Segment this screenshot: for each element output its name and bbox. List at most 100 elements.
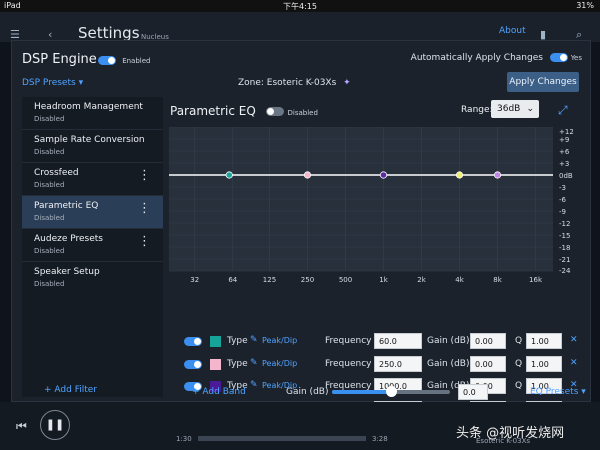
- chevron-down-icon: ⌄: [526, 104, 534, 114]
- plus-icon: +: [44, 385, 52, 395]
- band-enabled-toggle[interactable]: [184, 359, 202, 369]
- eq-band-point[interactable]: [303, 171, 312, 179]
- x-tick-label: 64: [228, 276, 237, 284]
- pencil-icon[interactable]: ✎: [250, 358, 258, 368]
- sidebar-item-label: Audeze Presets: [34, 234, 103, 244]
- sparkle-icon: ✦: [343, 78, 351, 88]
- eq-title: Parametric EQ Disabled: [170, 104, 318, 118]
- eq-band-point[interactable]: [455, 171, 464, 179]
- y-tick-label: -15: [559, 232, 570, 240]
- band-gain-label: Gain (dB): [427, 336, 470, 346]
- range-select[interactable]: 36dB ⌄: [491, 100, 539, 118]
- y-tick-label: -3: [559, 184, 566, 192]
- pencil-icon[interactable]: ✎: [250, 335, 258, 345]
- master-gain-handle[interactable]: [385, 386, 397, 397]
- band-frequency-field[interactable]: 250.0: [374, 355, 422, 372]
- sidebar-item-status: Disabled: [34, 280, 65, 288]
- sidebar-item-headroom[interactable]: Headroom Management Disabled: [22, 97, 163, 130]
- caret-down-icon: ▾: [78, 78, 84, 88]
- sidebar-item-label: Speaker Setup: [34, 267, 100, 277]
- sidebar-item-status: Disabled: [34, 181, 65, 189]
- y-tick-label: -18: [559, 244, 570, 252]
- about-link[interactable]: About: [499, 26, 526, 36]
- expand-icon[interactable]: ⤢: [558, 103, 568, 118]
- band-color-swatch: [210, 336, 221, 347]
- band-frequency-label: Frequency: [325, 336, 372, 346]
- eq-enabled-toggle[interactable]: [265, 107, 284, 116]
- y-tick-label: 0dB: [559, 172, 573, 180]
- band-q-field[interactable]: 1.00: [526, 333, 562, 349]
- sidebar-item-sample-rate[interactable]: Sample Rate Conversion Disabled: [22, 130, 163, 163]
- apply-changes-button[interactable]: Apply Changes: [507, 72, 579, 92]
- previous-icon[interactable]: ⏮: [16, 419, 27, 434]
- dsp-presets-label: DSP Presets: [22, 78, 76, 88]
- close-icon[interactable]: ✕: [570, 335, 578, 345]
- auto-apply-toggle[interactable]: [549, 53, 568, 62]
- band-gain-field[interactable]: 0.00: [470, 355, 506, 372]
- sidebar-item-audeze-presets[interactable]: Audeze Presets Disabled ⋮: [22, 229, 163, 262]
- x-tick-label: 125: [263, 276, 276, 284]
- y-tick-label: +6: [559, 148, 570, 156]
- range-value: 36dB: [497, 104, 521, 114]
- x-tick-label: 250: [301, 276, 314, 284]
- eq-response-chart[interactable]: +12+9 +6 +3 0dB -3 -6 -9 -12 -15 -18 -21 -24 32 64 12…: [168, 127, 588, 287]
- band-type-value[interactable]: Peak/Dip: [262, 359, 297, 368]
- band-q-label: Q: [515, 336, 523, 346]
- band-q-label: Q: [515, 358, 523, 369]
- y-tick-label: +3: [559, 160, 569, 168]
- add-band-button[interactable]: + Add Band: [192, 387, 246, 397]
- zone-label: Zone: Esoteric K-03Xs: [238, 78, 337, 88]
- eq-band-point[interactable]: [493, 171, 502, 179]
- sidebar-item-parametric-eq[interactable]: Parametric EQ Disabled ⋮: [22, 196, 163, 229]
- add-filter-button[interactable]: + Add Filter: [44, 385, 97, 395]
- band-enabled-toggle[interactable]: [184, 337, 202, 346]
- band-q-field[interactable]: 1.00: [526, 355, 562, 372]
- band-row: Type ✎ Peak/Dip Frequency 60.0 Gain (dB) 0.00 Q…: [168, 333, 590, 351]
- band-type-label: Type: [227, 336, 248, 346]
- x-tick-label: 8k: [493, 276, 502, 284]
- eq-band-point[interactable]: [225, 171, 233, 179]
- band-type-label: Type: [227, 358, 248, 369]
- dsp-enabled-control[interactable]: Enabled: [98, 55, 150, 66]
- sidebar-item-speaker-setup[interactable]: Speaker Setup Disabled: [22, 262, 163, 294]
- band-row: Type ✎ Peak/Dip Frequency 250.0 Gain (dB) 0.00…: [168, 355, 590, 374]
- sidebar-item-label: Headroom Management: [34, 102, 143, 112]
- sidebar-item-label: Crossfeed: [34, 168, 79, 178]
- band-frequency-field[interactable]: 60.0: [374, 333, 422, 349]
- dsp-enabled-label: Enabled: [122, 57, 151, 65]
- close-icon[interactable]: ✕: [570, 358, 578, 368]
- watermark: 头条 @视听发烧网: [456, 426, 565, 441]
- band-gain-field[interactable]: 0.00: [470, 333, 506, 349]
- y-tick-label: -21: [559, 256, 570, 264]
- x-tick-label: 4k: [455, 276, 464, 284]
- eq-x-axis: 32 64 125 250 500 1k 2k 4k 8k 16k: [190, 276, 543, 284]
- band-type-value[interactable]: Peak/Dip: [262, 336, 297, 345]
- sidebar-item-crossfeed[interactable]: Crossfeed Disabled ⋮: [22, 163, 163, 196]
- clock: 下午4:15: [283, 2, 317, 11]
- y-tick-label: +9: [559, 136, 569, 144]
- progress-bar[interactable]: [198, 436, 366, 441]
- add-band-label: Add Band: [202, 387, 246, 397]
- auto-apply-control[interactable]: Automatically Apply Changes Yes: [411, 53, 582, 63]
- eq-status: Disabled: [287, 109, 318, 117]
- add-filter-label: Add Filter: [54, 385, 97, 395]
- band-color-swatch: [210, 358, 221, 370]
- pencil-icon[interactable]: ✎: [250, 380, 258, 390]
- master-gain-slider[interactable]: [332, 386, 450, 397]
- more-options-icon[interactable]: ⋮: [138, 202, 151, 215]
- more-options-icon[interactable]: ⋮: [138, 235, 151, 248]
- player-bar: ⏮ ❚❚ 1:30 3:28 Esoteric K-03Xs 头条 @视听发烧网: [0, 402, 600, 450]
- status-bar: iPad 下午4:15 31%: [0, 0, 600, 12]
- pause-icon[interactable]: ❚❚: [40, 410, 70, 440]
- dialog-title: DSP Engine: [22, 52, 97, 67]
- eq-presets-dropdown[interactable]: EQ Presets ▾: [530, 387, 586, 397]
- band-q-label: Q: [515, 381, 523, 391]
- dsp-enabled-toggle[interactable]: [98, 55, 116, 65]
- auto-apply-label: Automatically Apply Changes: [410, 53, 543, 63]
- zone-selector[interactable]: Zone: Esoteric K-03Xs ✦: [238, 78, 351, 88]
- more-options-icon[interactable]: ⋮: [138, 169, 151, 182]
- master-gain-field[interactable]: 0.0: [458, 384, 488, 400]
- eq-band-point[interactable]: [379, 171, 388, 179]
- dsp-presets-dropdown[interactable]: DSP Presets ▾: [22, 78, 83, 88]
- sidebar-item-label: Parametric EQ: [34, 201, 99, 211]
